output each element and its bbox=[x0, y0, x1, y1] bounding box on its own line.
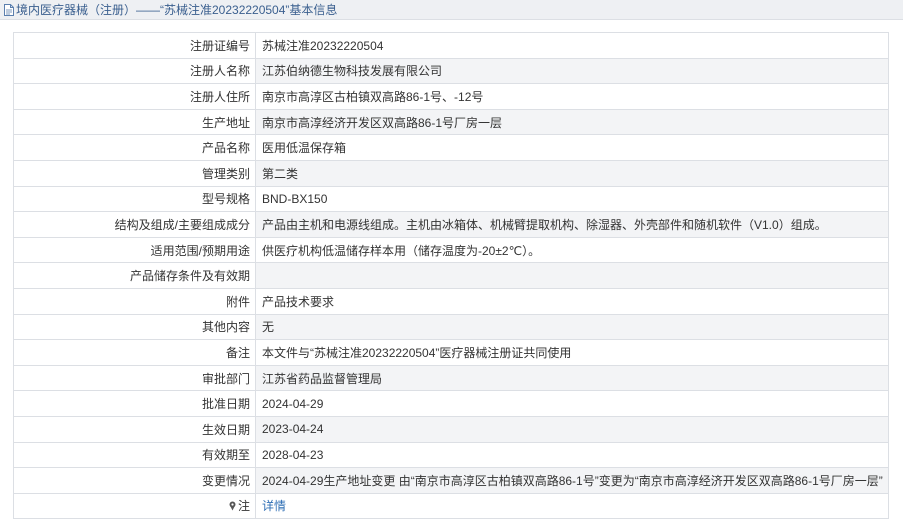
page-title-bar: 境内医疗器械（注册）——“苏械注准20232220504”基本信息 bbox=[0, 0, 903, 20]
row-value: 2024-04-29生产地址变更 由“南京市高淳区古柏镇双高路86-1号”变更为… bbox=[255, 467, 889, 494]
row-value: 第二类 bbox=[255, 159, 889, 187]
row-label: 型号规格 bbox=[13, 185, 256, 213]
document-icon bbox=[3, 3, 15, 17]
row-value: 南京市高淳区古柏镇双高路86-1号、-12号 bbox=[255, 83, 889, 110]
row-label: 其他内容 bbox=[13, 313, 256, 341]
table-row: 型号规格 BND-BX150 bbox=[13, 185, 889, 213]
table-row: 产品名称 医用低温保存箱 bbox=[13, 134, 889, 161]
table-row: 注册证编号 苏械注准20232220504 bbox=[13, 32, 889, 59]
table-row: 管理类别 第二类 bbox=[13, 159, 889, 187]
note-label: 注 bbox=[237, 499, 250, 514]
table-row: 审批部门 江苏省药品监督管理局 bbox=[13, 364, 889, 392]
row-label: 生产地址 bbox=[13, 108, 256, 136]
row-label: 备注 bbox=[13, 339, 256, 366]
row-value: 无 bbox=[255, 313, 889, 341]
table-row: 生效日期 2023-04-24 bbox=[13, 415, 889, 443]
pin-icon bbox=[228, 500, 237, 511]
row-value bbox=[255, 262, 889, 289]
row-value: 江苏伯纳德生物科技发展有限公司 bbox=[255, 57, 889, 85]
row-value: 供医疗机构低温储存样本用（储存温度为-20±2℃）。 bbox=[255, 236, 889, 264]
row-label: 产品名称 bbox=[13, 134, 256, 161]
table-row: 其他内容无 bbox=[13, 313, 889, 341]
row-label: 注 bbox=[13, 492, 256, 520]
row-value: 2028-04-23 bbox=[255, 441, 889, 469]
row-label: 变更情况 bbox=[13, 467, 256, 494]
row-label: 结构及组成/主要组成成分 bbox=[13, 211, 256, 238]
table-row: 有效期至 2028-04-23 bbox=[13, 441, 889, 469]
row-value: 2024-04-29 bbox=[255, 390, 889, 417]
row-label: 产品储存条件及有效期 bbox=[13, 262, 256, 289]
row-value: 详情 bbox=[255, 492, 889, 520]
row-value: 医用低温保存箱 bbox=[255, 134, 889, 161]
row-value: 江苏省药品监督管理局 bbox=[255, 364, 889, 392]
table-row: 附件 产品技术要求 bbox=[13, 287, 889, 315]
table-row: 注册人名称 江苏伯纳德生物科技发展有限公司 bbox=[13, 57, 889, 85]
table-row: 批准日期 2024-04-29 bbox=[13, 390, 889, 417]
table-row: 生产地址 南京市高淳经济开发区双高路86-1号厂房一层 bbox=[13, 108, 889, 136]
row-label: 适用范围/预期用途 bbox=[13, 236, 256, 264]
table-row-note: 注 详情 bbox=[13, 492, 889, 520]
row-label: 管理类别 bbox=[13, 159, 256, 187]
page-title: 境内医疗器械（注册）——“苏械注准20232220504”基本信息 bbox=[16, 3, 338, 17]
row-label: 注册证编号 bbox=[13, 32, 256, 59]
row-label: 批准日期 bbox=[13, 390, 256, 417]
detail-link[interactable]: 详情 bbox=[262, 499, 286, 513]
info-table-container: 注册证编号 苏械注准20232220504 注册人名称 江苏伯纳德生物科技发展有限公司… bbox=[13, 32, 889, 520]
table-row: 适用范围/预期用途 供医疗机构低温储存样本用（储存温度为-20±2℃）。 bbox=[13, 236, 889, 264]
row-label: 有效期至 bbox=[13, 441, 256, 469]
row-label: 注册人名称 bbox=[13, 57, 256, 85]
table-row: 产品储存条件及有效期 bbox=[13, 262, 889, 289]
row-value: 南京市高淳经济开发区双高路86-1号厂房一层 bbox=[255, 108, 889, 136]
info-table: 注册证编号 苏械注准20232220504 注册人名称 江苏伯纳德生物科技发展有限公司… bbox=[13, 32, 889, 520]
table-row: 备注 本文件与“苏械注准20232220504”医疗器械注册证共同使用 bbox=[13, 339, 889, 366]
table-row: 结构及组成/主要组成成分 产品由主机和电源线组成。主机由冰箱体、机械臂提取机构、除… bbox=[13, 211, 889, 238]
row-value: BND-BX150 bbox=[255, 185, 889, 213]
row-value: 本文件与“苏械注准20232220504”医疗器械注册证共同使用 bbox=[255, 339, 889, 366]
row-value: 苏械注准20232220504 bbox=[255, 32, 889, 59]
row-label: 注册人住所 bbox=[13, 83, 256, 110]
row-value: 产品技术要求 bbox=[255, 287, 889, 315]
row-value: 产品由主机和电源线组成。主机由冰箱体、机械臂提取机构、除湿器、外壳部件和随机软件… bbox=[255, 211, 889, 238]
table-row: 注册人住所 南京市高淳区古柏镇双高路86-1号、-12号 bbox=[13, 83, 889, 110]
row-label: 附件 bbox=[13, 287, 256, 315]
row-label: 审批部门 bbox=[13, 364, 256, 392]
row-value: 2023-04-24 bbox=[255, 415, 889, 443]
row-label: 生效日期 bbox=[13, 415, 256, 443]
table-row: 变更情况 2024-04-29生产地址变更 由“南京市高淳区古柏镇双高路86-1号… bbox=[13, 467, 889, 494]
